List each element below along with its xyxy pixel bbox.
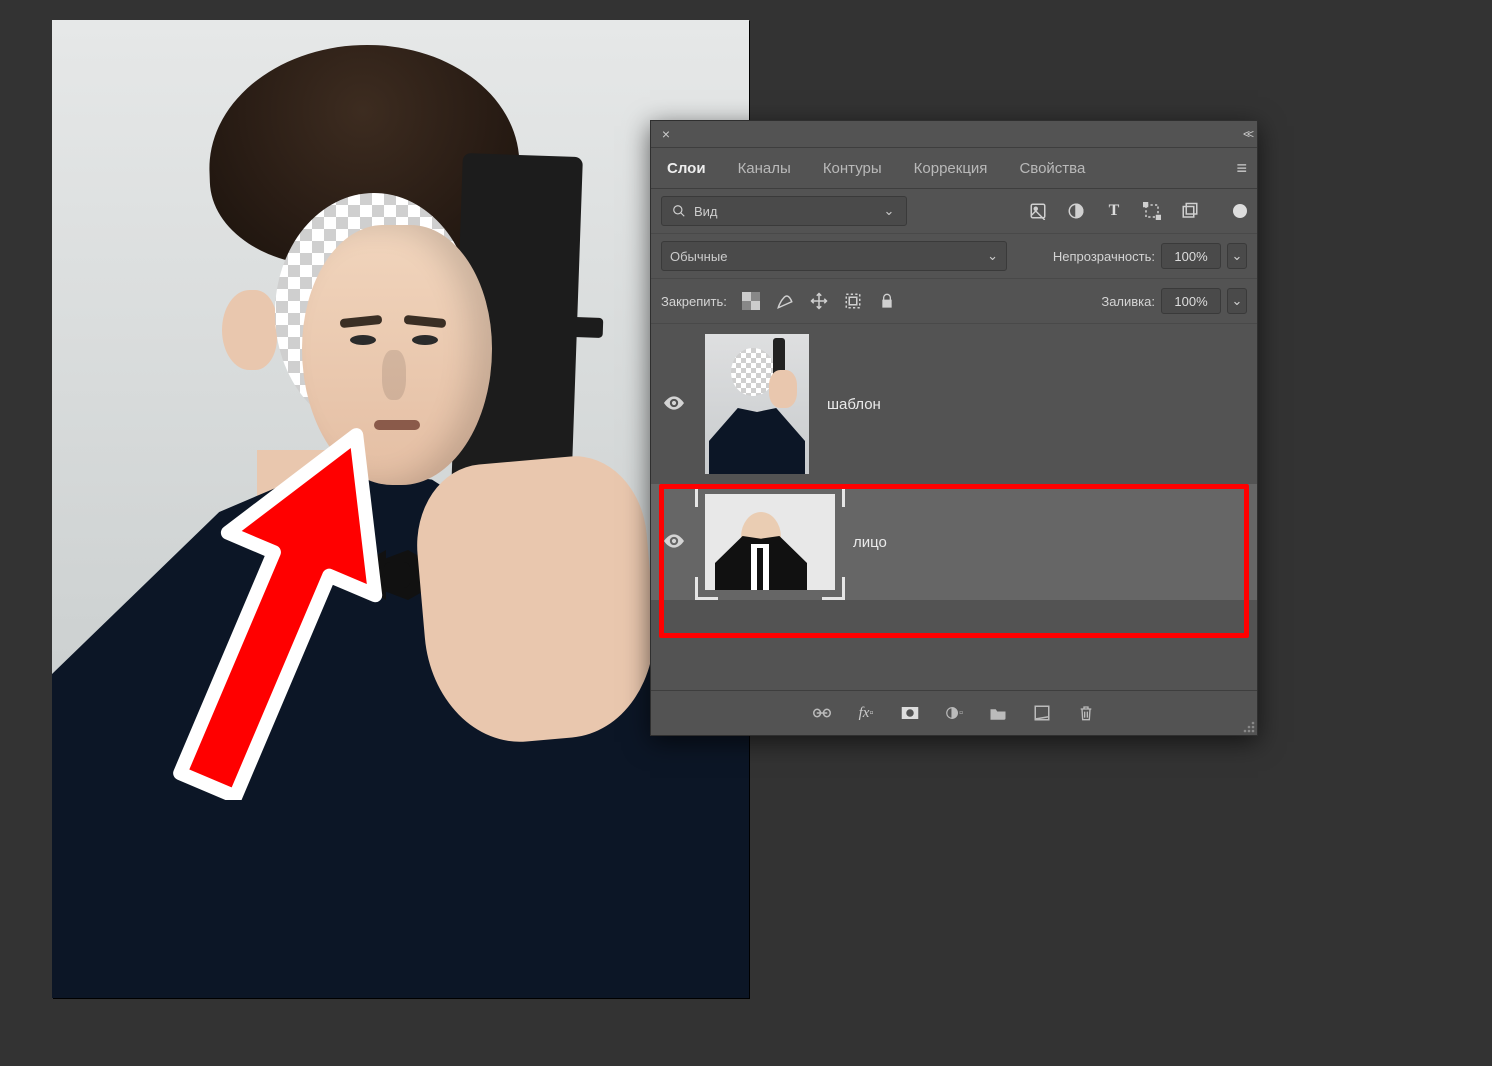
fill-flyout-icon[interactable]: ⌄ bbox=[1227, 288, 1247, 314]
layer-thumbnail[interactable] bbox=[705, 494, 835, 590]
opacity-value[interactable]: 100% bbox=[1161, 243, 1221, 269]
lock-fill-row: Закрепить: Заливка: 100% ⌄ bbox=[651, 279, 1257, 324]
filter-toggle-switch[interactable] bbox=[1233, 204, 1247, 218]
tab-label: Каналы bbox=[738, 160, 791, 177]
delete-layer-icon[interactable] bbox=[1077, 704, 1095, 722]
fill-value[interactable]: 100% bbox=[1161, 288, 1221, 314]
layers-panel: × << Слои Каналы Контуры Коррекция Свойс… bbox=[650, 120, 1258, 736]
layer-name-label[interactable]: шаблон bbox=[827, 396, 881, 413]
opacity-label: Непрозрачность: bbox=[1053, 249, 1155, 264]
kind-label: Вид bbox=[694, 204, 718, 219]
lock-icons bbox=[741, 291, 897, 311]
new-layer-icon[interactable] bbox=[1033, 704, 1051, 722]
layer-row[interactable]: лицо bbox=[651, 484, 1257, 600]
adjustment-layer-filter-icon[interactable] bbox=[1067, 202, 1085, 220]
chevron-down-icon: ⌄ bbox=[880, 199, 898, 223]
layer-thumbnail-wrapper bbox=[705, 494, 835, 590]
panel-menu-icon[interactable]: ≡ bbox=[1226, 158, 1257, 179]
layer-kind-select[interactable]: Вид ⌄ bbox=[661, 196, 907, 226]
blend-mode-select[interactable]: Обычные ⌄ bbox=[661, 241, 1007, 271]
canvas-image bbox=[52, 20, 749, 998]
group-layers-icon[interactable] bbox=[989, 704, 1007, 722]
smart-object-filter-icon[interactable] bbox=[1181, 202, 1199, 220]
tab-label: Свойства bbox=[1019, 160, 1085, 177]
canvas-face-overlay bbox=[302, 225, 492, 485]
blend-opacity-row: Обычные ⌄ Непрозрачность: 100% ⌄ bbox=[651, 234, 1257, 279]
close-icon[interactable]: × bbox=[657, 127, 675, 141]
lock-pixels-icon[interactable] bbox=[775, 291, 795, 311]
filter-icons: T bbox=[1029, 202, 1247, 220]
lock-artboard-icon[interactable] bbox=[843, 291, 863, 311]
layer-filter-row: Вид ⌄ T bbox=[651, 189, 1257, 234]
link-layers-icon[interactable] bbox=[813, 704, 831, 722]
type-layer-filter-icon[interactable]: T bbox=[1105, 202, 1123, 220]
adjustment-layer-icon[interactable]: ▫ bbox=[945, 704, 963, 722]
layers-list: шаблон лицо bbox=[651, 324, 1257, 600]
pixel-layer-filter-icon[interactable] bbox=[1029, 202, 1047, 220]
tab-label: Контуры bbox=[823, 160, 882, 177]
layer-thumbnail[interactable] bbox=[705, 334, 809, 474]
tab-adjustments[interactable]: Коррекция bbox=[898, 148, 1004, 188]
add-mask-icon[interactable] bbox=[901, 704, 919, 722]
search-icon bbox=[670, 202, 688, 220]
tab-properties[interactable]: Свойства bbox=[1003, 148, 1101, 188]
resize-grip-icon[interactable] bbox=[1239, 717, 1257, 735]
tab-channels[interactable]: Каналы bbox=[722, 148, 807, 188]
tab-label: Коррекция bbox=[914, 160, 988, 177]
chevron-down-icon: ⌄ bbox=[987, 248, 998, 264]
blend-mode-value: Обычные bbox=[670, 249, 727, 264]
tab-layers[interactable]: Слои bbox=[651, 148, 722, 188]
opacity-flyout-icon[interactable]: ⌄ bbox=[1227, 243, 1247, 269]
collapse-icon[interactable]: << bbox=[1243, 127, 1251, 141]
panel-header[interactable]: × << bbox=[651, 121, 1257, 148]
fill-label: Заливка: bbox=[1101, 294, 1155, 309]
layer-style-icon[interactable]: fx▫ bbox=[857, 704, 875, 722]
lock-all-icon[interactable] bbox=[877, 291, 897, 311]
visibility-toggle[interactable] bbox=[661, 534, 687, 551]
lock-transparency-icon[interactable] bbox=[741, 291, 761, 311]
visibility-toggle[interactable] bbox=[661, 396, 687, 413]
lock-label: Закрепить: bbox=[661, 294, 727, 309]
tab-paths[interactable]: Контуры bbox=[807, 148, 898, 188]
shape-layer-filter-icon[interactable] bbox=[1143, 202, 1161, 220]
layer-row[interactable]: шаблон bbox=[651, 324, 1257, 484]
layer-name-label[interactable]: лицо bbox=[853, 534, 887, 551]
lock-position-icon[interactable] bbox=[809, 291, 829, 311]
panel-tabs: Слои Каналы Контуры Коррекция Свойства ≡ bbox=[651, 148, 1257, 189]
tab-label: Слои bbox=[667, 160, 706, 177]
panel-footer: fx▫ ▫ bbox=[651, 690, 1257, 735]
canvas-ear bbox=[222, 290, 277, 370]
